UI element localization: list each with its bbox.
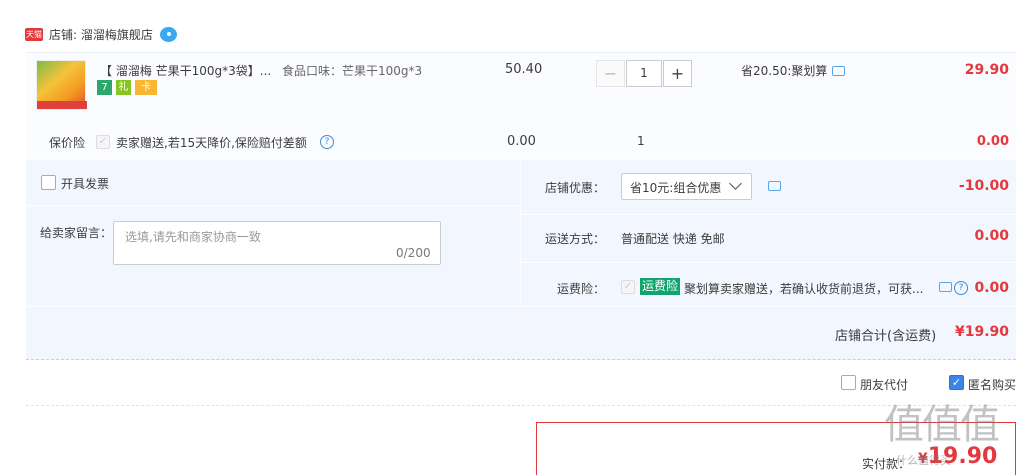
seller-message-label: 给卖家留言： (40, 226, 113, 240)
message-icon[interactable] (768, 181, 781, 191)
friend-pay-label[interactable]: 朋友代付 (860, 376, 908, 393)
store-discount-amount: -10.00 (958, 178, 1009, 194)
anonymous-purchase-label[interactable]: 匿名购买 (968, 376, 1016, 393)
divider (26, 205, 520, 206)
quantity-input[interactable]: 1 (626, 60, 662, 87)
product-title[interactable]: 【 溜溜梅 芒果干100g*3袋】... (100, 62, 271, 79)
invoice-label[interactable]: 开具发票 (61, 175, 109, 192)
tmall-badge: 天猫 (25, 28, 43, 41)
seller-message-counter: 0/200 (396, 246, 431, 260)
divider (26, 306, 1016, 307)
price-insurance-checkbox: ✓ (96, 135, 110, 149)
store-discount-label: 店铺优惠： (545, 181, 606, 195)
credit-card-icon: 卡 (135, 80, 157, 95)
message-icon[interactable] (832, 65, 846, 76)
seven-day-return-icon: 7 (97, 80, 112, 95)
help-icon[interactable]: ? (954, 281, 968, 295)
freight-insurance-label: 运费险： (557, 282, 606, 296)
price-insurance-description: 卖家赠送,若15天降价,保险赔付差额 (116, 136, 307, 150)
divider (520, 160, 521, 306)
promotion-text: 省20.50:聚划算 (741, 62, 846, 79)
promotion-label: 省20.50:聚划算 (741, 64, 828, 78)
store-total-label: 店铺合计(含运费) (835, 329, 937, 344)
product-spec: 食品口味：芒果干100g*3 (282, 64, 423, 78)
store-name[interactable]: 店铺: 溜溜梅旗舰店 (49, 26, 153, 43)
unit-price: 50.40 (505, 62, 543, 77)
watermark-caption: 什么值得买 (896, 454, 951, 467)
insurance-price: 0.00 (507, 134, 536, 149)
shipping-amount: 0.00 (974, 228, 1009, 244)
shipping-method-value: 普通配送 快递 免邮 (621, 232, 725, 246)
watermark-logo: 值值值 (884, 402, 1000, 448)
divider (521, 214, 1016, 215)
item-total-price: 29.90 (964, 62, 1009, 78)
seller-message-placeholder: 选填,请先和商家协商一致 (125, 230, 261, 244)
wangwang-chat-icon[interactable] (160, 27, 177, 42)
gift-icon: 礼 (116, 80, 131, 95)
help-icon[interactable]: ? (320, 135, 334, 149)
freight-insurance-amount: 0.00 (974, 280, 1009, 296)
store-discount-value[interactable]: 省10元:组合优惠 (630, 179, 721, 196)
insurance-total: 0.00 (976, 134, 1009, 149)
freight-insurance-description: 聚划算卖家赠送，若确认收货前退货，可获... (684, 282, 924, 296)
friend-pay-checkbox[interactable] (841, 375, 856, 390)
price-insurance-label: 保价险 (49, 136, 86, 150)
divider (521, 262, 1016, 263)
anonymous-purchase-checkbox[interactable]: ✓ (949, 375, 964, 390)
service-icons: 7 礼 卡 (97, 80, 157, 95)
divider (26, 405, 1016, 406)
freight-insurance-tag: 运费险 (640, 278, 681, 295)
invoice-checkbox[interactable] (41, 175, 56, 190)
store-total-value: ¥19.90 (954, 324, 1009, 340)
message-icon[interactable] (939, 282, 952, 292)
product-thumbnail[interactable] (36, 60, 87, 110)
freight-insurance-checkbox: ✓ (621, 280, 635, 294)
quantity-increase-button[interactable]: + (663, 60, 692, 87)
shipping-method-label: 运送方式： (545, 232, 606, 246)
insurance-quantity: 1 (637, 134, 645, 148)
quantity-decrease-button[interactable]: − (596, 60, 625, 87)
